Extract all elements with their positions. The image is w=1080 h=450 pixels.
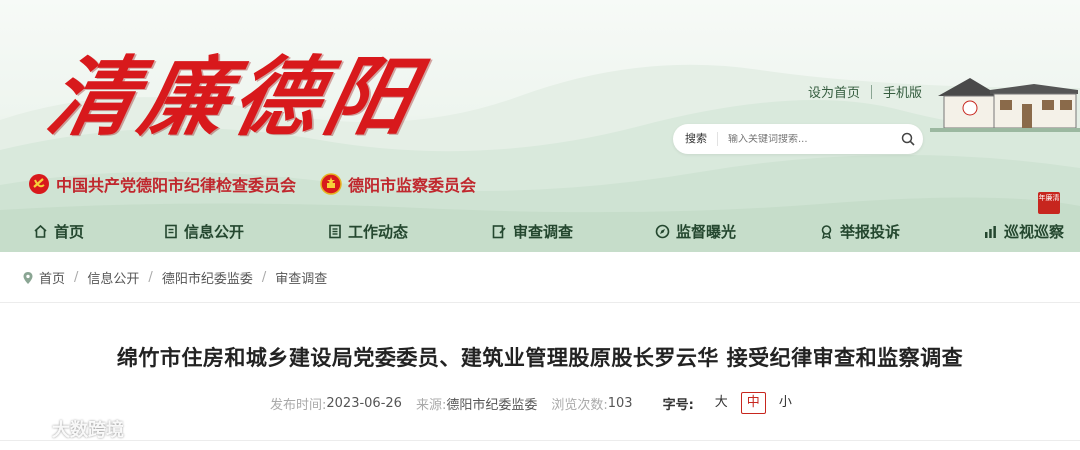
nav-label: 首页 [54,222,85,241]
top-links: 设为首页 手机版 [808,82,922,101]
breadcrumb-separator: / [261,270,267,285]
font-size-small-button[interactable]: 小 [774,393,797,413]
views-label: 浏览次数: [551,397,608,413]
org-supervision-commission[interactable]: 德阳市监察委员会 [320,172,476,196]
breadcrumb-info-disclosure[interactable]: 信息公开 [87,268,139,287]
search-icon[interactable] [893,124,923,154]
article-meta: 发布时间: 2023-06-26 来源: 德阳市纪委监委 浏览次数: 103 字… [270,392,805,414]
font-size-label: 字号: [662,397,694,413]
nav-label: 审查调查 [513,222,574,241]
home-icon [34,224,47,238]
org-name: 德阳市监察委员会 [348,176,477,195]
mobile-version-link[interactable]: 手机版 [883,82,922,101]
national-emblem-icon [320,173,342,195]
nav-label: 工作动态 [348,222,409,241]
search-bar: 搜索 [673,124,923,154]
search-label: 搜索 [673,132,718,146]
divider [871,84,873,99]
nav-item-supervision-exposure[interactable]: 监督曝光 [655,212,736,250]
nav-label: 举报投诉 [840,222,901,241]
nav-item-review-investigation[interactable]: 审查调查 [492,212,573,250]
watermark-text: 大数跨境 [52,420,124,441]
nav-item-report-complaint[interactable]: 举报投诉 [819,212,900,250]
breadcrumb-separator: / [74,270,79,285]
nav-label: 监督曝光 [676,222,737,241]
breadcrumb-home[interactable]: 首页 [39,268,65,287]
nav-item-inspection-tour[interactable]: 巡视巡察 [983,212,1064,250]
org-name: 中国共产党德阳市纪律检查委员会 [56,176,297,195]
watermark: 大数跨境 [8,416,124,442]
source-label: 来源: [415,397,447,413]
font-size-medium-button[interactable]: 中 [740,392,766,414]
divider [0,440,1080,441]
font-size-large-button[interactable]: 大 [710,393,733,413]
list-icon [329,224,341,238]
main-nav: 首页 信息公开 工作动态 审查调查 监督曝光 举报投诉 巡视巡察 [0,212,1080,250]
party-emblem-icon [29,174,49,194]
watermark-logo-icon [10,420,48,437]
article-source: 德阳市纪委监委 [446,397,538,413]
nav-label: 信息公开 [184,222,245,241]
nav-item-work-news[interactable]: 工作动态 [328,212,408,250]
house-illustration [930,78,1080,132]
breadcrumb-review-investigation[interactable]: 审查调查 [275,268,327,287]
compass-icon [655,224,670,238]
seal-stamp: 年廉清 [1038,192,1060,214]
location-pin-icon [23,271,33,284]
organization-names: 中国共产党德阳市纪律检查委员会 德阳市监察委员会 [28,172,500,196]
article-title: 绵竹市住房和城乡建设局党委委员、建筑业管理股原股长罗云华 接受纪律审查和监察调查 [116,346,964,370]
publish-date-label: 发布时间: [270,397,327,413]
publish-date: 2023-06-26 [326,395,402,411]
edit-doc-icon [492,224,506,238]
nav-label: 巡视巡察 [1004,222,1065,241]
site-logo[interactable]: 清廉德阳 [37,38,431,158]
breadcrumb-deyang-commission[interactable]: 德阳市纪委监委 [162,268,253,287]
document-icon [165,224,177,238]
award-icon [821,224,832,239]
set-homepage-link[interactable]: 设为首页 [808,82,860,101]
view-count: 103 [607,395,633,411]
breadcrumb: 首页 / 信息公开 / 德阳市纪委监委 / 审查调查 [22,268,327,287]
bar-chart-icon [985,225,996,238]
nav-item-info-disclosure[interactable]: 信息公开 [164,212,244,250]
org-discipline-commission[interactable]: 中国共产党德阳市纪律检查委员会 [28,172,296,196]
breadcrumb-separator: / [148,270,153,285]
site-header: 清廉德阳 设为首页 手机版 搜索 中国共产党德阳市纪律检查委员会 德阳市监察委员… [0,0,1080,252]
nav-item-home[interactable]: 首页 [33,212,84,250]
search-input[interactable] [718,133,893,145]
divider [0,302,1080,303]
